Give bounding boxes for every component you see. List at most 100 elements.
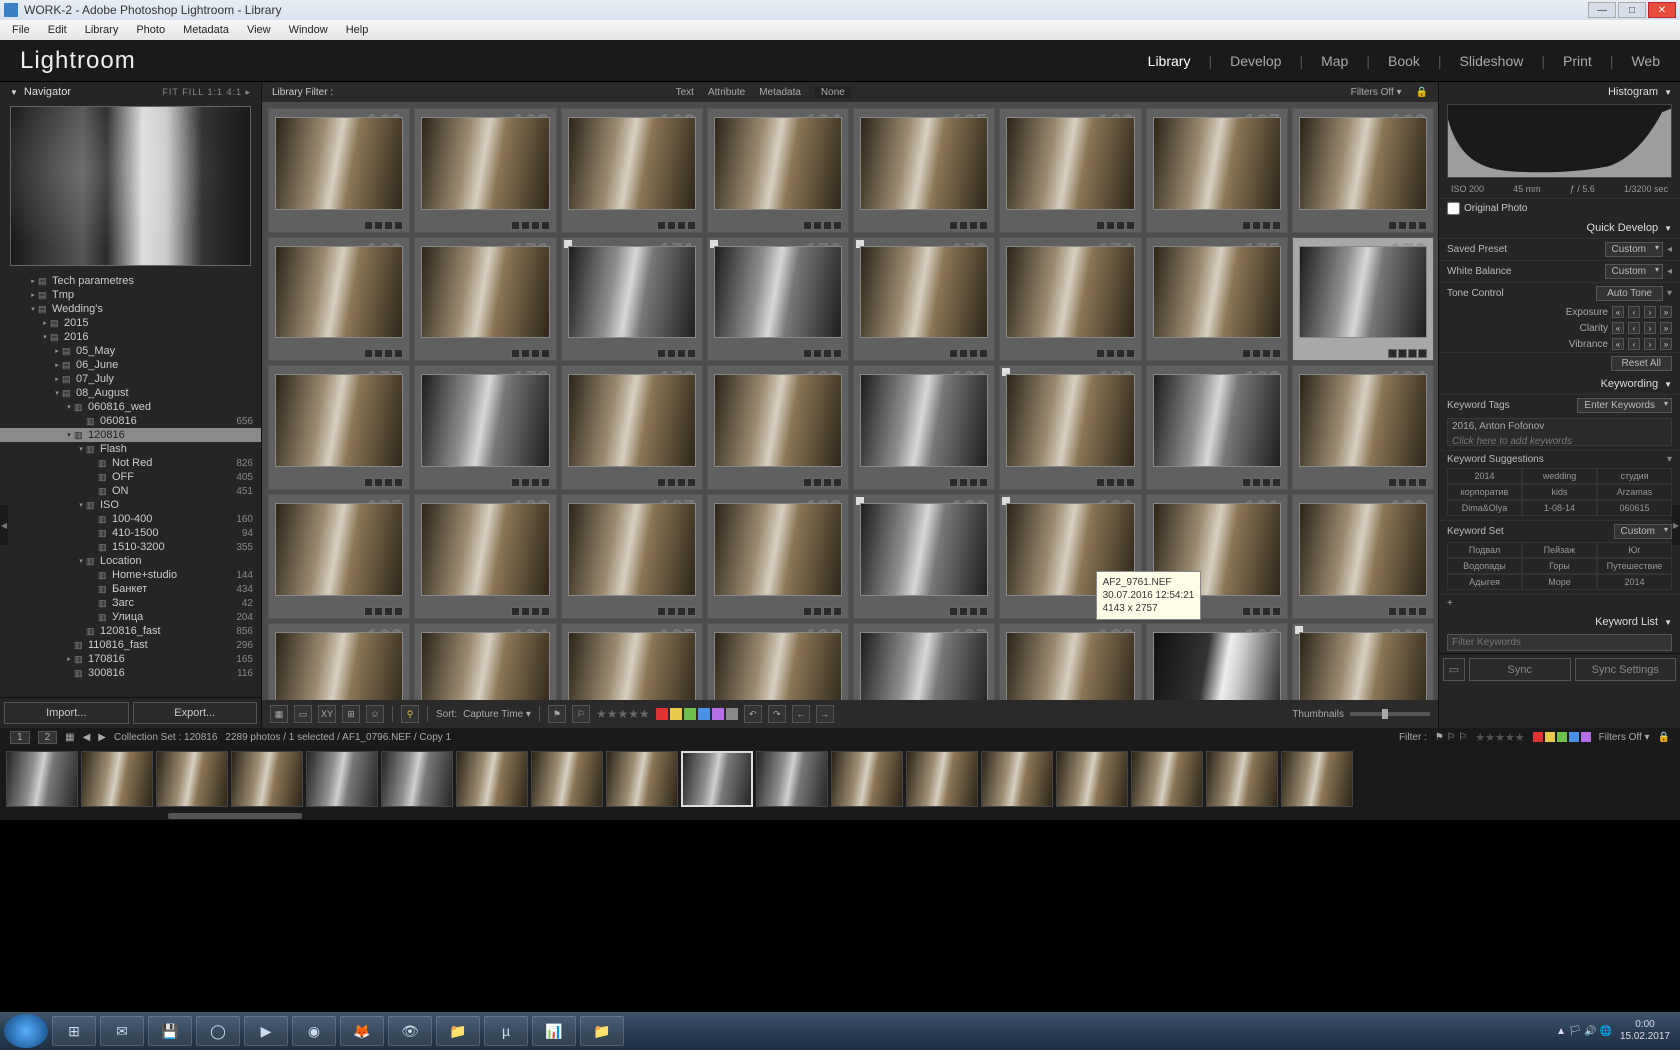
filmstrip-cell[interactable] [381,751,453,807]
filmstrip-cell[interactable] [1131,751,1203,807]
taskbar-clock[interactable]: 0:0015.02.2017 [1620,1019,1670,1043]
filmstrip-cell[interactable] [1056,751,1128,807]
keyword-list-header[interactable]: Keyword List▼ [1439,612,1680,632]
thumbnail-cell[interactable]: 175 [1146,237,1288,362]
module-map[interactable]: Map [1321,53,1348,69]
keyword-suggestion[interactable]: Arzamas [1597,484,1672,500]
filmstrip[interactable] [0,746,1680,812]
original-photo-checkbox[interactable] [1447,202,1460,215]
grid-view-icon[interactable]: ▦ [270,705,288,723]
left-panel-collapse[interactable]: ◀ [0,505,8,545]
exposure-inc[interactable]: › [1644,306,1656,318]
import-button[interactable]: Import... [4,702,129,724]
thumbnail-cell[interactable]: 166 [999,108,1141,233]
filmstrip-cell[interactable] [456,751,528,807]
menu-view[interactable]: View [239,22,279,38]
quickdev-header[interactable]: Quick Develop▼ [1439,218,1680,238]
tree-item[interactable]: ▾▥120816 [0,428,261,442]
filmstrip-cell[interactable] [1206,751,1278,807]
keyword-set-dropdown[interactable]: Custom [1614,524,1672,539]
filmstrip-cell[interactable] [1281,751,1353,807]
sync-toggle-icon[interactable]: ▭ [1443,658,1465,681]
color-labels[interactable] [656,708,738,720]
menu-file[interactable]: File [4,22,38,38]
keyword-tags-area[interactable]: 2016, Anton Fofonov Click here to add ke… [1447,418,1672,446]
taskbar-app[interactable]: ◯ [196,1016,240,1046]
thumbnail-size-slider[interactable] [1350,712,1430,716]
nav-next-icon[interactable]: → [816,705,834,723]
thumbnail-cell[interactable]: 178 [414,365,556,490]
keyword-suggestion[interactable]: 060615 [1597,500,1672,516]
filmstrip-cell[interactable] [306,751,378,807]
keyword-suggestion[interactable]: kids [1522,484,1597,500]
taskbar-app[interactable]: 📁 [436,1016,480,1046]
compare-view-icon[interactable]: XY [318,705,336,723]
histogram[interactable] [1447,104,1672,178]
thumbnail-cell[interactable]: 161 [268,108,410,233]
keyword-set-item[interactable]: Море [1522,574,1597,590]
filmstrip-cell[interactable] [6,751,78,807]
color-swatch[interactable] [726,708,738,720]
loupe-view-icon[interactable]: ▭ [294,705,312,723]
wb-dropdown[interactable]: Custom [1605,264,1663,279]
tree-item[interactable]: ▾▥Flash [0,442,261,456]
keyword-suggestion[interactable]: студия [1597,468,1672,484]
thumbnail-cell[interactable]: 188 [707,494,849,619]
thumbnail-cell[interactable]: 180 [707,365,849,490]
taskbar-app[interactable]: ◉ [292,1016,336,1046]
navigator-zoom-options[interactable]: FIT FILL 1:1 4:1 ▸ [162,87,251,98]
filmstrip-cell[interactable] [906,751,978,807]
filmstrip-cell[interactable] [606,751,678,807]
tree-item[interactable]: ▾▥060816_wed [0,400,261,414]
keyword-mode-dropdown[interactable]: Enter Keywords [1577,398,1672,413]
filmstrip-cell[interactable] [156,751,228,807]
filter-lock-icon[interactable]: 🔒 [1658,732,1670,743]
module-web[interactable]: Web [1631,53,1660,69]
keyword-suggestion[interactable]: 2014 [1447,468,1522,484]
second-window-2[interactable]: 2 [38,731,58,744]
tree-item[interactable]: ▥300816116 [0,666,261,680]
menu-window[interactable]: Window [281,22,336,38]
thumbnail-cell[interactable]: 167 [1146,108,1288,233]
keyword-set-item[interactable]: Путешествие [1597,558,1672,574]
keyword-set-item[interactable]: 2014 [1597,574,1672,590]
color-swatch[interactable] [670,708,682,720]
rating-stars[interactable]: ★★★★★ [596,707,650,721]
thumbnail-cell[interactable]: 192 [1292,494,1434,619]
painter-icon[interactable]: ⚲ [401,705,419,723]
keyword-set-item[interactable]: Пейзаж [1522,542,1597,558]
thumbnail-cell[interactable]: 198 [999,623,1141,701]
thumbnail-cell[interactable]: 176 [1292,237,1434,362]
taskbar-app[interactable]: ⊞ [52,1016,96,1046]
nav-back-icon[interactable]: ◀ [83,732,91,743]
histogram-header[interactable]: Histogram▼ [1439,82,1680,102]
exposure-inc2[interactable]: » [1660,306,1672,318]
tree-item[interactable]: ▥410-150094 [0,526,261,540]
reset-all-button[interactable]: Reset All [1611,356,1672,371]
thumbnail-cell[interactable]: 177 [268,365,410,490]
exposure-dec2[interactable]: « [1612,306,1624,318]
sort-dropdown[interactable]: Capture Time ▾ [463,709,531,720]
window-close[interactable]: ✕ [1648,2,1676,18]
color-swatch[interactable] [656,708,668,720]
filter-text[interactable]: Text [676,87,694,98]
filter-none[interactable]: None [815,87,851,98]
preset-dropdown[interactable]: Custom [1605,242,1663,257]
keyword-set-item[interactable]: Горы [1522,558,1597,574]
tree-item[interactable]: ▾▤Wedding's [0,302,261,316]
thumbnail-cell[interactable]: 186 [414,494,556,619]
tree-item[interactable]: ▾▥ISO [0,498,261,512]
navigator-preview[interactable] [10,106,251,266]
tree-item[interactable]: ▥Not Red826 [0,456,261,470]
tree-item[interactable]: ▥ON451 [0,484,261,498]
flag-filter-icon[interactable]: ⚑ ⚐ ⚐ [1435,732,1467,743]
right-panel-collapse[interactable]: ▶ [1672,505,1680,545]
keyword-set-item[interactable]: Адыгея [1447,574,1522,590]
filmstrip-cell[interactable] [831,751,903,807]
keyword-set-item[interactable]: Подвал [1447,542,1522,558]
thumbnail-cell[interactable]: 184 [1292,365,1434,490]
keyword-suggestion[interactable]: 1-08-14 [1522,500,1597,516]
filmstrip-cell[interactable] [231,751,303,807]
menu-metadata[interactable]: Metadata [175,22,237,38]
thumbnail-cell[interactable]: 197 [853,623,995,701]
